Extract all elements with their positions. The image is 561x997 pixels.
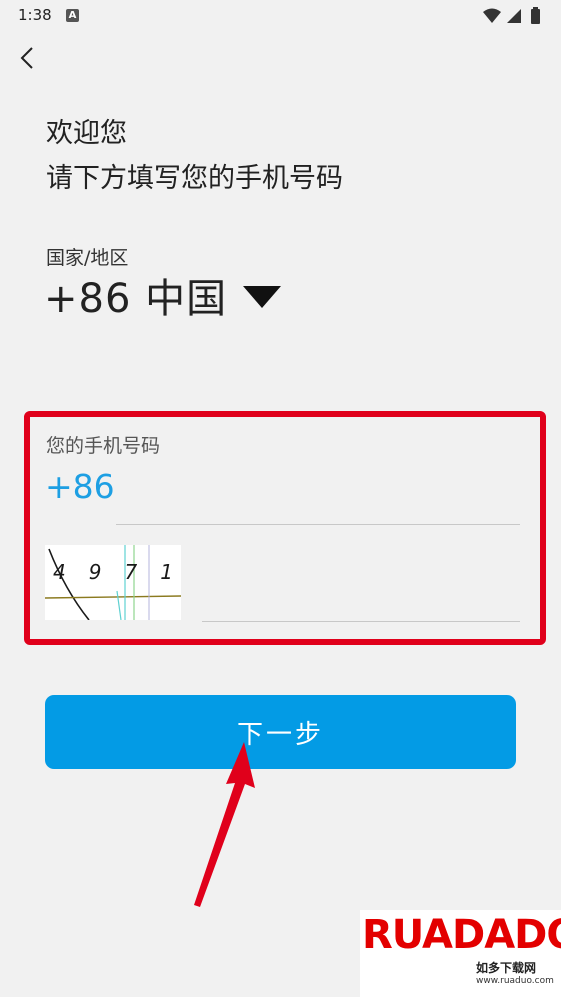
status-time: 1:38 [18, 6, 52, 24]
watermark-url: www.ruaduo.com [476, 976, 554, 986]
chevron-left-icon [20, 47, 33, 69]
caret-down-icon [243, 286, 282, 308]
a-notification-icon: A [66, 9, 79, 22]
next-button[interactable]: 下一步 [45, 695, 516, 769]
phone-input[interactable] [116, 470, 520, 525]
watermark-logo: RUADADO 如多下载网 www.ruaduo.com [360, 910, 561, 997]
status-bar: 1:38 A [0, 0, 561, 34]
captcha-image[interactable]: 4 9 7 1 [45, 545, 181, 620]
back-button[interactable] [12, 40, 48, 76]
captcha-input[interactable] [202, 570, 520, 622]
signal-icon [507, 9, 521, 23]
red-arrow-annotation [194, 742, 255, 907]
region-value: +86 中国 [44, 276, 228, 322]
region-selector[interactable]: +86 中国 [44, 266, 282, 324]
watermark-subtitle: 如多下载网 [476, 961, 537, 975]
status-icons [483, 7, 540, 24]
wifi-icon [483, 8, 501, 23]
watermark-brand: RUADADO [362, 912, 561, 958]
instruction-text: 请下方填写您的手机号码 [46, 163, 343, 194]
battery-icon [531, 9, 540, 24]
phone-label: 您的手机号码 [46, 435, 161, 457]
welcome-title: 欢迎您 [46, 118, 127, 149]
phone-prefix[interactable]: +86 [45, 467, 115, 506]
